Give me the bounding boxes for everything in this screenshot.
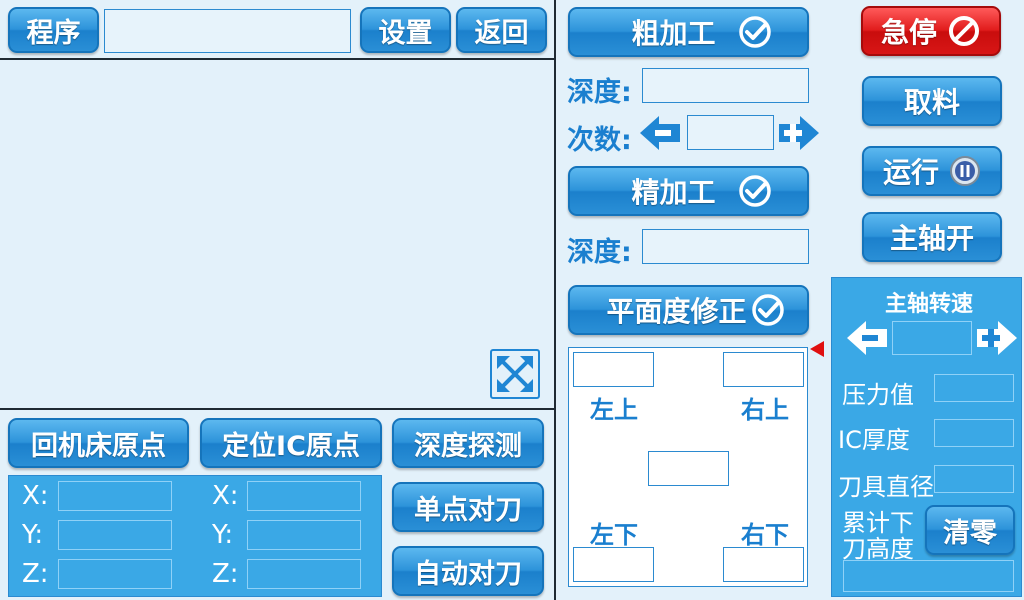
coord-left-x-field[interactable] bbox=[58, 481, 172, 511]
coord-left-y-field[interactable] bbox=[58, 520, 172, 550]
program-name-field[interactable] bbox=[104, 9, 351, 53]
fine-depth-field[interactable] bbox=[642, 229, 809, 264]
coord-right-y-field[interactable] bbox=[247, 520, 361, 550]
corner-top-right-field[interactable] bbox=[723, 352, 804, 387]
check-circle-icon bbox=[738, 16, 771, 48]
bottom-divider bbox=[0, 408, 555, 410]
run-label: 运行 bbox=[882, 156, 939, 189]
corner-bottom-left-label: 左下 bbox=[590, 521, 638, 549]
spindle-speed-field[interactable] bbox=[892, 321, 972, 355]
corner-bottom-right-field[interactable] bbox=[723, 547, 804, 582]
increase-times-icon[interactable] bbox=[778, 115, 820, 151]
ic-thickness-field[interactable] bbox=[934, 419, 1014, 447]
cumulative-height-field[interactable] bbox=[843, 560, 1014, 592]
corner-bottom-left-field[interactable] bbox=[573, 547, 654, 582]
center-field[interactable] bbox=[648, 451, 729, 486]
pressure-field[interactable] bbox=[934, 374, 1014, 402]
times-label: 次数: bbox=[567, 125, 632, 156]
indicator-arrow-icon bbox=[810, 341, 824, 357]
emergency-stop-button[interactable]: 急停 bbox=[861, 6, 1001, 56]
settings-button[interactable]: 设置 bbox=[360, 7, 451, 53]
tool-diameter-label: 刀具直径 bbox=[838, 473, 934, 501]
fine-machining-label: 精加工 bbox=[631, 176, 716, 209]
ic-thickness-label: IC厚度 bbox=[838, 426, 910, 454]
coord-left-x-label: X: bbox=[22, 481, 49, 511]
home-machine-button[interactable]: 回机床原点 bbox=[8, 418, 189, 468]
clear-button[interactable]: 清零 bbox=[925, 505, 1015, 555]
coord-right-z-field[interactable] bbox=[247, 559, 361, 589]
flatness-correction-button[interactable]: 平面度修正 bbox=[568, 285, 809, 335]
corner-bottom-right-label: 右下 bbox=[741, 521, 789, 549]
pause-icon bbox=[950, 156, 980, 186]
times-field[interactable] bbox=[687, 115, 774, 150]
coord-left-y-label: Y: bbox=[22, 520, 44, 550]
coord-left-z-field[interactable] bbox=[58, 559, 172, 589]
coord-left-z-label: Z: bbox=[22, 559, 49, 589]
rough-machining-label: 粗加工 bbox=[631, 17, 716, 50]
coord-right-z-label: Z: bbox=[212, 559, 239, 589]
fine-depth-label: 深度: bbox=[567, 237, 632, 268]
fine-machining-button[interactable]: 精加工 bbox=[568, 166, 809, 216]
rough-depth-field[interactable] bbox=[642, 68, 809, 103]
coord-right-y-label: Y: bbox=[212, 520, 234, 550]
corner-top-right-label: 右上 bbox=[741, 396, 789, 424]
depth-probe-button[interactable]: 深度探测 bbox=[392, 418, 544, 468]
increase-speed-icon[interactable] bbox=[976, 320, 1018, 356]
corner-top-left-field[interactable] bbox=[573, 352, 654, 387]
stop-sign-icon bbox=[949, 16, 979, 46]
run-button[interactable]: 运行 bbox=[862, 146, 1002, 196]
auto-tool-button[interactable]: 自动对刀 bbox=[392, 546, 544, 596]
decrease-times-icon[interactable] bbox=[639, 115, 681, 151]
vertical-divider bbox=[554, 0, 556, 600]
back-button[interactable]: 返回 bbox=[456, 7, 547, 53]
spindle-speed-title: 主轴转速 bbox=[885, 292, 974, 317]
tool-diameter-field[interactable] bbox=[934, 465, 1014, 493]
check-circle-icon bbox=[751, 294, 784, 326]
program-button[interactable]: 程序 bbox=[8, 7, 99, 53]
cumulative-height-label-line2: 刀高度 bbox=[842, 535, 914, 563]
check-circle-icon bbox=[738, 175, 771, 207]
rough-machining-button[interactable]: 粗加工 bbox=[568, 7, 809, 57]
flatness-correction-label: 平面度修正 bbox=[606, 295, 747, 328]
single-point-tool-button[interactable]: 单点对刀 bbox=[392, 482, 544, 532]
take-material-button[interactable]: 取料 bbox=[862, 76, 1002, 126]
locate-ic-origin-button[interactable]: 定位IC原点 bbox=[200, 418, 382, 468]
preview-area bbox=[0, 60, 554, 408]
emergency-stop-label: 急停 bbox=[880, 16, 937, 49]
coord-right-x-label: X: bbox=[212, 481, 239, 511]
expand-icon[interactable] bbox=[490, 349, 540, 399]
coord-right-x-field[interactable] bbox=[247, 481, 361, 511]
spindle-on-button[interactable]: 主轴开 bbox=[862, 212, 1002, 262]
rough-depth-label: 深度: bbox=[567, 77, 632, 108]
decrease-speed-icon[interactable] bbox=[846, 320, 888, 356]
pressure-label: 压力值 bbox=[842, 381, 914, 409]
corner-top-left-label: 左上 bbox=[590, 396, 638, 424]
